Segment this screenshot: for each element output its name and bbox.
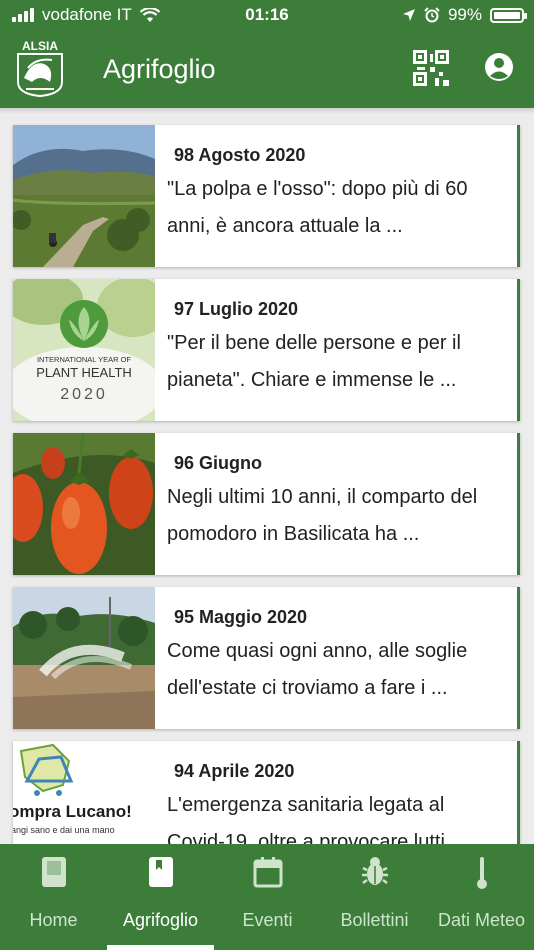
article-thumbnail: [13, 587, 155, 729]
bottom-tab-bar: Home Agrifoglio Eventi Bollettini Dati M…: [0, 844, 534, 950]
article-excerpt: Negli ultimi 10 anni, il comparto del po…: [167, 486, 478, 545]
article-excerpt: "La polpa e l'osso": dopo più di 60 anni…: [167, 178, 468, 237]
alarm-icon: [424, 7, 440, 23]
article-thumbnail: [13, 433, 155, 575]
tab-agrifoglio[interactable]: Agrifoglio: [107, 844, 214, 950]
status-right: 99%: [402, 5, 527, 25]
article-list[interactable]: 98 Agosto 2020 "La polpa e l'osso": dopo…: [0, 114, 534, 844]
bug-icon: [361, 857, 388, 885]
book-icon: [41, 857, 66, 887]
article-date: 98 Agosto 2020: [174, 145, 306, 165]
article-card[interactable]: 98 Agosto 2020 "La polpa e l'osso": dopo…: [13, 125, 520, 267]
svg-text:ALSIA: ALSIA: [22, 39, 58, 53]
article-thumbnail: INTERNATIONAL YEAR OF PLANT HEALTH 2020: [13, 279, 155, 421]
svg-text:ompra Lucano!: ompra Lucano!: [13, 802, 132, 821]
tab-dati-meteo[interactable]: Dati Meteo: [428, 844, 534, 950]
article-card[interactable]: 95 Maggio 2020 Come quasi ogni anno, all…: [13, 587, 520, 729]
tab-label: Dati Meteo: [437, 910, 526, 930]
account-circle-icon[interactable]: [484, 52, 514, 82]
status-bar: vodafone IT 01:16 99%: [0, 0, 534, 32]
article-card[interactable]: ompra Lucano! angi sano e dai una mano 9…: [13, 741, 520, 844]
battery-percent: 99%: [447, 5, 482, 24]
active-tab-indicator: [107, 945, 214, 950]
svg-text:PLANT HEALTH: PLANT HEALTH: [36, 365, 132, 380]
article-date: 96 Giugno: [174, 453, 263, 473]
page-title: Agrifoglio: [103, 54, 216, 84]
bookmark-book-icon: [148, 857, 173, 887]
svg-text:angi sano e dai una mano: angi sano e dai una mano: [13, 825, 115, 835]
battery-icon: [490, 7, 527, 23]
tab-home[interactable]: Home: [0, 844, 107, 950]
article-card[interactable]: 96 Giugno Negli ultimi 10 anni, il compa…: [13, 433, 520, 575]
article-excerpt: Come quasi ogni anno, alle soglie dell'e…: [167, 640, 468, 699]
article-thumbnail: ompra Lucano! angi sano e dai una mano: [13, 741, 155, 844]
calendar-icon: [253, 857, 282, 888]
app-header: vodafone IT 01:16 99% ALSIA Agrifoglio: [0, 0, 534, 108]
location-arrow-icon: [402, 9, 415, 21]
alsia-logo: ALSIA: [17, 39, 63, 98]
tab-eventi[interactable]: Eventi: [214, 844, 321, 950]
tab-label: Bollettini: [340, 910, 409, 930]
svg-text:INTERNATIONAL YEAR OF: INTERNATIONAL YEAR OF: [37, 355, 131, 364]
tomatoes-image: [13, 433, 155, 575]
article-excerpt: L'emergenza sanitaria legata al Covid-19…: [167, 794, 445, 844]
article-date: 95 Maggio 2020: [174, 607, 308, 627]
mountain-road-image: [13, 125, 155, 267]
article-thumbnail: [13, 125, 155, 267]
article-card[interactable]: INTERNATIONAL YEAR OF PLANT HEALTH 2020 …: [13, 279, 520, 421]
qr-code-icon[interactable]: [413, 50, 449, 86]
card-accent-stripe: [517, 125, 520, 267]
thermometer-icon: [476, 857, 487, 889]
tab-label: Agrifoglio: [122, 910, 199, 930]
svg-text:2020: 2020: [60, 386, 108, 403]
article-excerpt: "Per il bene delle persone e per il pian…: [167, 332, 461, 391]
compra-lucano-image: ompra Lucano! angi sano e dai una mano: [13, 741, 155, 844]
irrigation-image: [13, 587, 155, 729]
article-date: 94 Aprile 2020: [174, 761, 295, 781]
tab-label: Eventi: [242, 910, 293, 930]
card-accent-stripe: [517, 587, 520, 729]
plant-health-image: INTERNATIONAL YEAR OF PLANT HEALTH 2020: [13, 279, 155, 421]
card-accent-stripe: [517, 433, 520, 575]
tab-label: Home: [29, 910, 78, 930]
card-accent-stripe: [517, 279, 520, 421]
tab-bollettini[interactable]: Bollettini: [321, 844, 428, 950]
article-date: 97 Luglio 2020: [174, 299, 299, 319]
card-accent-stripe: [517, 741, 520, 844]
